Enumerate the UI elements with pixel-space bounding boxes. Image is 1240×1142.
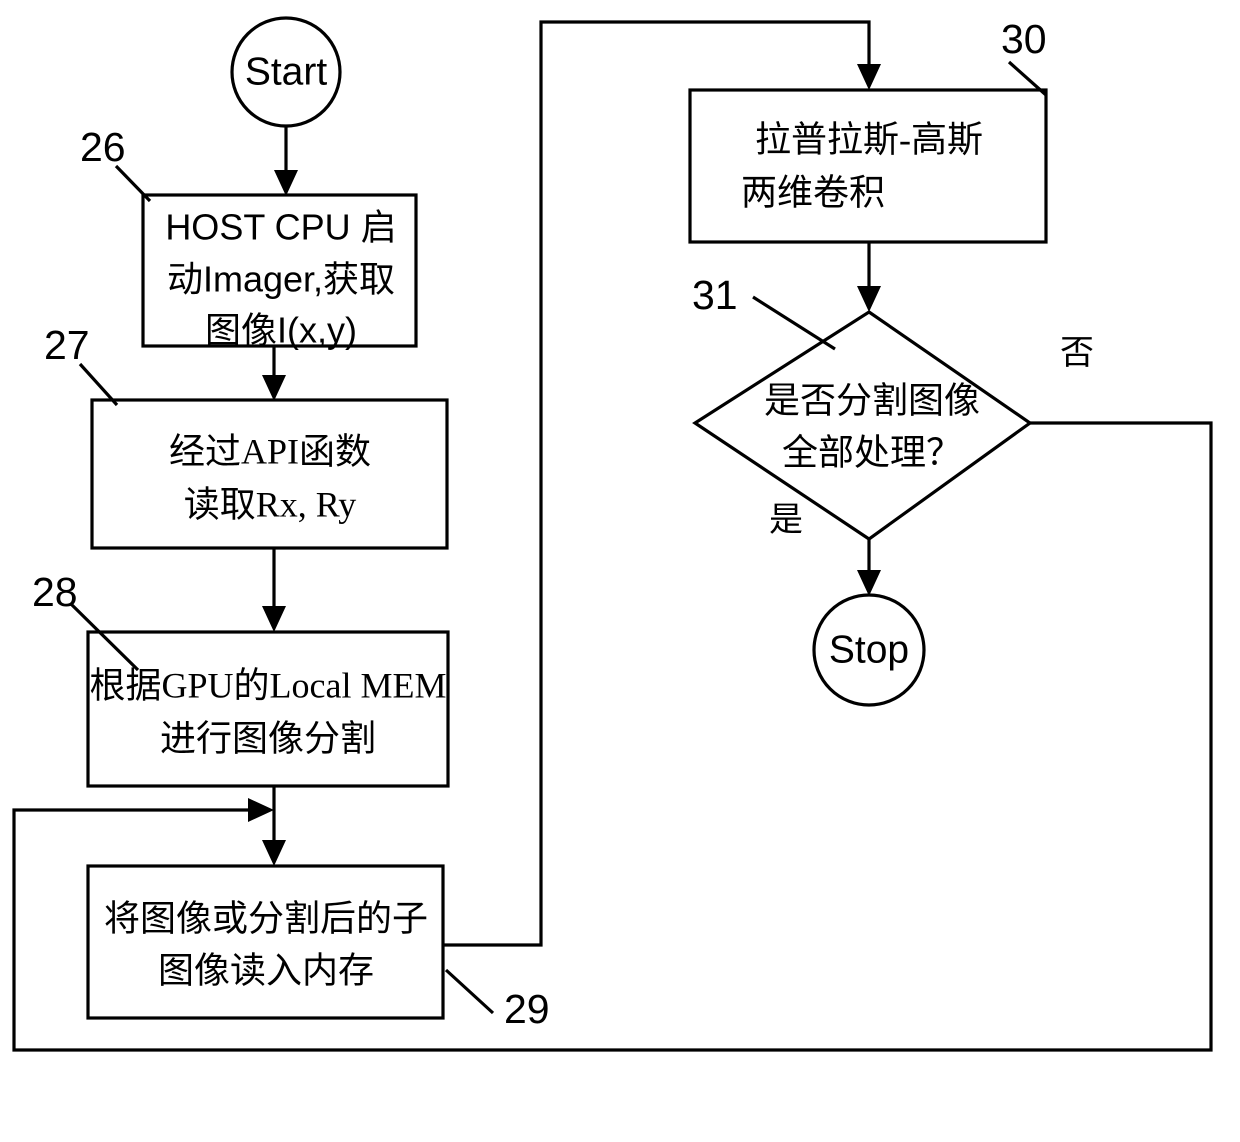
n29-line-1: 将图像或分割后的子 [104, 898, 428, 938]
n26-line-1: HOST CPU 启 [165, 207, 396, 248]
connector-n30-to-n31 [857, 240, 881, 312]
arrow-head-icon [857, 64, 881, 90]
n27-line-1: 经过API函数 [169, 431, 371, 471]
n26-line-2: 动Imager,获取 [167, 259, 395, 300]
n26-line-3: 图像I(x,y) [205, 310, 357, 351]
ref-label-26: 26 [80, 124, 152, 203]
process-node-n26: HOST CPU 启 动Imager,获取 图像I(x,y) [141, 193, 418, 351]
n31-line-1: 是否分割图像 [764, 380, 980, 420]
ref-number-29: 29 [504, 986, 550, 1032]
decision-node-n31: 是否分割图像 全部处理？ [692, 310, 1033, 541]
terminal-stop-label: Stop [829, 628, 909, 671]
arrow-head-icon [262, 840, 286, 866]
n30-line-2: 两维卷积 [741, 172, 885, 212]
arrow-head-icon [857, 570, 881, 596]
connector-start-to-n26 [274, 124, 298, 196]
connector-n26-to-n27 [262, 344, 286, 401]
flowchart-canvas: Start HOST CPU 启 动Imager,获取 图像I(x,y) 26 … [0, 0, 1240, 1142]
ref-label-28: 28 [32, 569, 140, 672]
n31-line-2: 全部处理？ [782, 432, 962, 472]
arrow-head-icon [262, 375, 286, 401]
process-node-n29: 将图像或分割后的子 图像读入内存 [86, 864, 445, 1020]
arrow-head-icon [248, 798, 274, 822]
flowchart-svg: Start HOST CPU 启 动Imager,获取 图像I(x,y) 26 … [12, 16, 1213, 1052]
terminal-start-label: Start [245, 50, 328, 93]
n28-line-1: 根据GPU的Local MEM [90, 665, 447, 705]
ref-number-27: 27 [44, 322, 90, 368]
branch-label-no: 否 [1060, 335, 1094, 372]
connector-n31-yes-to-stop [857, 538, 881, 596]
n30-line-1: 拉普拉斯-高斯 [755, 119, 983, 159]
ref-number-31: 31 [692, 272, 738, 318]
arrow-head-icon [262, 606, 286, 632]
n29-line-2: 图像读入内存 [158, 950, 374, 990]
n27-line-2: 读取Rx, Ry [184, 484, 357, 524]
arrow-head-icon [274, 170, 298, 196]
arrow-head-icon [857, 286, 881, 312]
n28-line-2: 进行图像分割 [160, 718, 376, 758]
process-node-n28: 根据GPU的Local MEM 进行图像分割 [86, 630, 450, 788]
terminal-stop: Stop [812, 593, 926, 707]
ref-label-29: 29 [444, 968, 550, 1032]
process-node-n27: 经过API函数 读取Rx, Ry [90, 398, 449, 550]
ref-label-30: 30 [1001, 16, 1048, 97]
branch-label-yes: 是 [769, 502, 803, 539]
connector-n28-to-n29 [262, 784, 286, 866]
ref-number-28: 28 [32, 569, 78, 615]
ref-number-26: 26 [80, 124, 126, 170]
ref-label-31: 31 [692, 272, 836, 351]
connector-n27-to-n28 [262, 546, 286, 632]
ref-label-27: 27 [44, 322, 119, 407]
terminal-start: Start [230, 16, 342, 128]
ref-number-30: 30 [1001, 16, 1047, 62]
process-node-n30: 拉普拉斯-高斯 两维卷积 [688, 88, 1048, 244]
